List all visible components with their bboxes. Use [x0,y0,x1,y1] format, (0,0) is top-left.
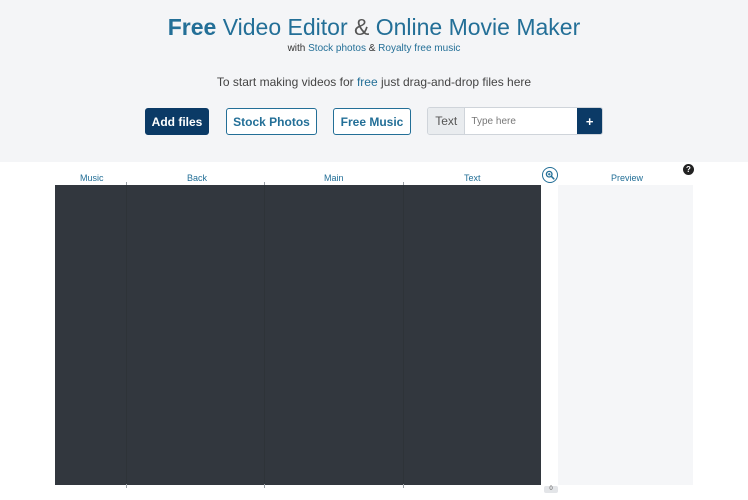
page-title: Free Video Editor & Online Movie Maker [0,14,748,41]
text-input[interactable] [465,108,578,134]
column-tick [403,484,404,488]
subtitle-with: with [287,43,309,54]
column-label-main: Main [324,173,344,183]
subtitle-and: & [365,43,379,54]
hint-after: just drag-and-drop files here [377,75,532,89]
column-label-back: Back [187,173,208,183]
preview-label: Preview [611,173,644,183]
title-video-editor: Video Editor [216,14,354,40]
title-movie-maker: Online Movie Maker [369,14,581,40]
zoom-in-icon[interactable] [542,167,558,183]
page-subtitle: with Stock photos & Royalty free music [0,43,748,54]
column-label-music: Music [80,173,104,183]
scroll-badge[interactable]: 0 [544,486,558,493]
track-divider [403,185,404,485]
hint-free: free [356,75,378,89]
zoom-in-glyph [545,170,555,180]
title-ampersand: & [354,14,370,40]
add-text-group: Text + [427,107,603,135]
add-files-button[interactable]: Add files [145,108,209,135]
free-music-button[interactable]: Free Music [333,108,411,135]
hint-before: To start making videos for [216,75,357,89]
drop-hint: To start making videos for free just dra… [0,75,748,89]
timeline-dropzone[interactable] [55,185,541,485]
track-divider [126,185,127,485]
title-free: Free [167,14,217,40]
question-icon[interactable]: ? [683,164,694,175]
hero-section: Free Video Editor & Online Movie Maker w… [0,0,748,162]
royalty-free-music-link[interactable]: Royalty free music [378,43,460,54]
column-label-text: Text [464,173,481,183]
text-label: Text [428,108,466,134]
preview-panel [558,185,693,485]
stock-photos-link[interactable]: Stock photos [308,43,366,54]
track-divider [264,185,265,485]
column-tick [264,484,265,488]
add-text-button[interactable]: + [577,108,602,134]
stock-photos-button[interactable]: Stock Photos [226,108,317,135]
column-tick [126,484,127,488]
